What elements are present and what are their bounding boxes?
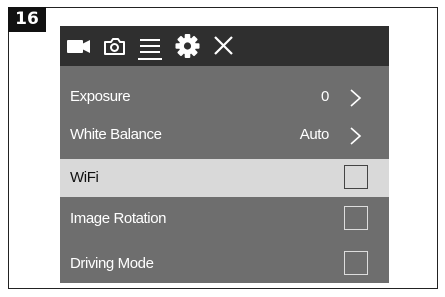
- menu-row-label: White Balance: [70, 126, 162, 143]
- menu-row-exposure[interactable]: Exposure 0: [60, 78, 389, 116]
- menu-row-image-rotation[interactable]: Image Rotation: [60, 200, 389, 238]
- menu-icon: [138, 39, 162, 60]
- menu-row-label: Image Rotation: [70, 210, 167, 227]
- menu-row-wifi[interactable]: WiFi: [60, 159, 389, 197]
- camera-settings-screen: Exposure 0 White Balance Auto WiFi Image…: [60, 26, 389, 283]
- settings-button[interactable]: [174, 26, 204, 66]
- image-rotation-checkbox[interactable]: [344, 206, 368, 230]
- close-button[interactable]: [210, 26, 240, 66]
- gear-icon: [175, 34, 200, 58]
- chevron-right-icon: [350, 127, 362, 145]
- menu-row-driving-mode[interactable]: Driving Mode: [60, 245, 389, 283]
- close-icon: [214, 36, 233, 55]
- photo-camera-icon: [104, 38, 125, 55]
- top-toolbar: [60, 26, 389, 66]
- chevron-right-icon: [350, 89, 362, 107]
- menu-row-label: Driving Mode: [70, 255, 154, 272]
- video-camera-icon: [67, 40, 90, 53]
- driving-mode-checkbox[interactable]: [344, 251, 368, 275]
- menu-row-value: 0: [321, 88, 329, 105]
- menu-row-label: WiFi: [70, 169, 99, 186]
- wifi-checkbox[interactable]: [344, 165, 368, 189]
- menu-row-label: Exposure: [70, 88, 131, 105]
- menu-row-white-balance[interactable]: White Balance Auto: [60, 116, 389, 154]
- photo-mode-button[interactable]: [100, 26, 130, 66]
- step-number-badge: 16: [8, 7, 46, 32]
- menu-tab-button[interactable]: [136, 26, 166, 66]
- video-mode-button[interactable]: [64, 26, 94, 66]
- menu-row-value: Auto: [299, 126, 330, 143]
